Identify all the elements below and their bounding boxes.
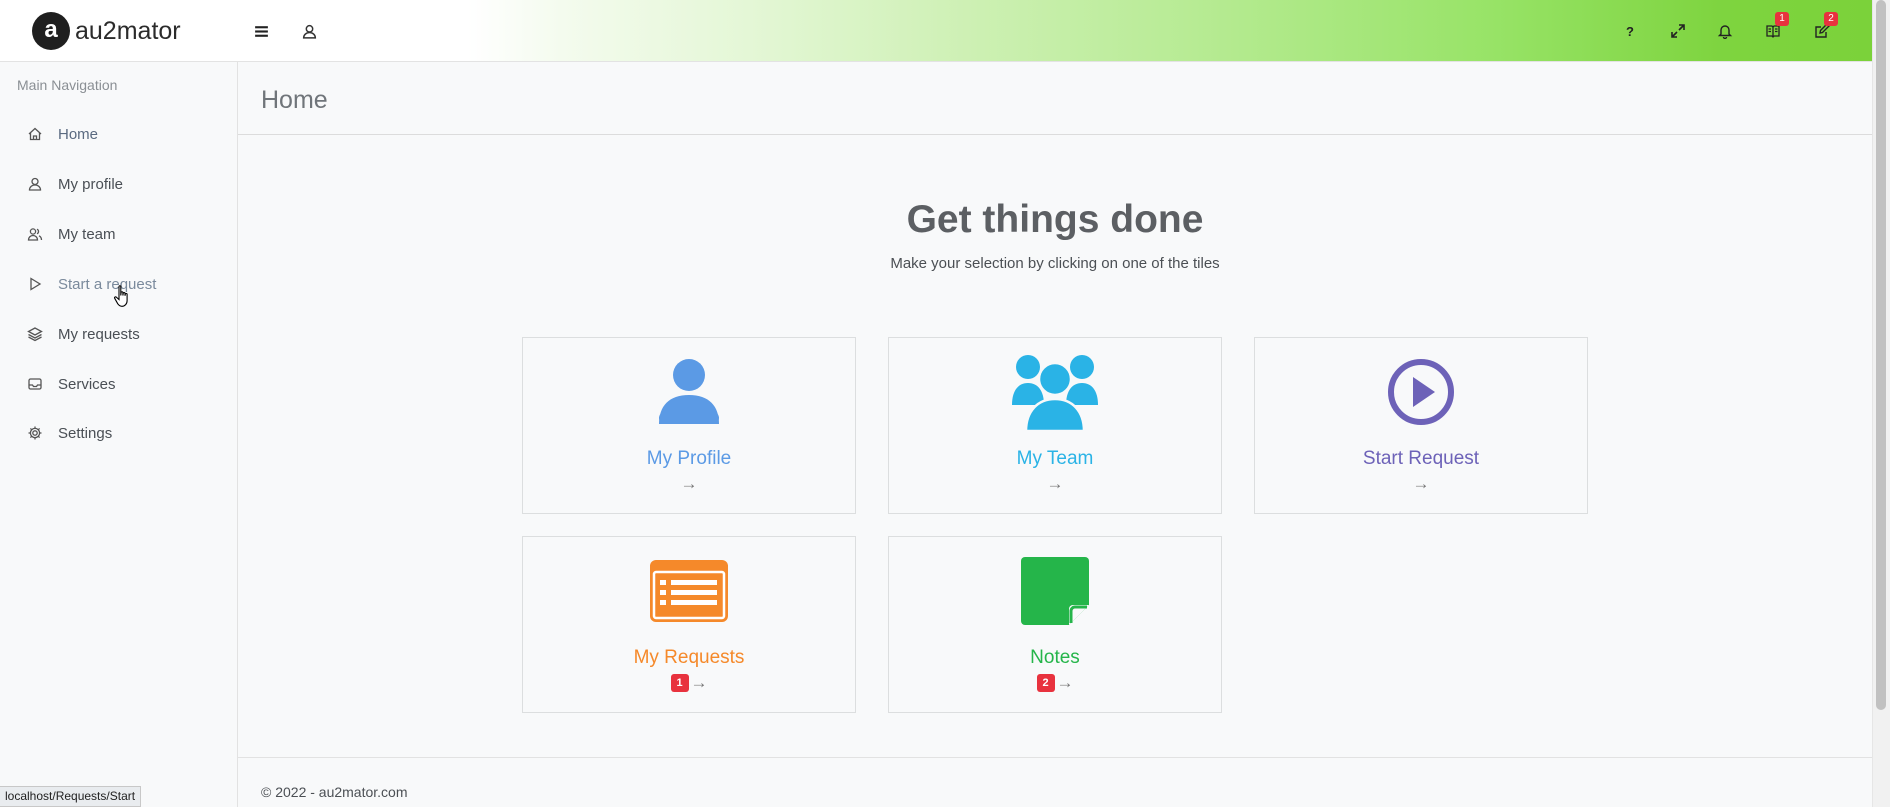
tasks-badge: 1 [1775, 12, 1789, 26]
sidebar-item-settings[interactable]: Settings [0, 413, 237, 453]
tile-my-requests[interactable]: My Requests 1 → [522, 536, 856, 713]
nav-title: Main Navigation [17, 77, 118, 93]
sidebar-item-services[interactable]: Services [0, 364, 237, 404]
help-button[interactable]: ? [1610, 0, 1650, 62]
brand-logo[interactable]: a au2mator [32, 12, 181, 50]
scrollbar-thumb[interactable] [1876, 0, 1886, 710]
tile-label: Notes [1030, 647, 1080, 668]
sidebar-item-my-team[interactable]: My team [0, 214, 237, 254]
tile-footer: → [889, 474, 1221, 494]
gear-icon [26, 424, 44, 442]
user-icon [302, 24, 316, 39]
count-badge: 1 [670, 674, 689, 692]
arrow-right-icon: → [1412, 474, 1430, 493]
tile-my-team[interactable]: My Team → [888, 337, 1222, 514]
sidebar-item-label: Start a request [58, 275, 157, 293]
status-bar-url: localhost/Requests/Start [0, 786, 142, 807]
user-icon [523, 356, 855, 428]
tasks-button[interactable]: 1 [1753, 0, 1793, 62]
hero-subtitle: Make your selection by clicking on one o… [890, 255, 1220, 272]
arrow-right-icon: → [690, 673, 708, 692]
play-circle-icon [1255, 356, 1587, 428]
arrow-right-icon: → [1056, 673, 1074, 692]
bell-icon [1717, 25, 1733, 39]
tile-footer: → [523, 474, 855, 494]
sidebar-item-label: My profile [58, 175, 124, 193]
sidebar-item-home[interactable]: Home [0, 114, 237, 154]
tile-label: My Requests [633, 647, 745, 668]
team-icon [889, 355, 1221, 431]
brand-mark: a [32, 12, 70, 50]
sidebar-item-label: My requests [58, 325, 140, 343]
tile-notes[interactable]: Notes 2 → [888, 536, 1222, 713]
sidebar-item-label: Home [58, 125, 99, 143]
sidebar-item-label: Settings [58, 424, 113, 442]
top-header: a au2mator ? 1 2 [0, 0, 1872, 62]
play-icon [26, 275, 44, 293]
notes-badge: 2 [1824, 12, 1838, 26]
hand-cursor-icon [114, 285, 128, 307]
brand-name: au2mator [75, 16, 181, 45]
tile-footer: 2 → [889, 673, 1221, 693]
note-icon [889, 555, 1221, 627]
tile-start-request[interactable]: Start Request → [1254, 337, 1588, 514]
home-icon [26, 125, 44, 143]
arrow-right-icon: → [1046, 474, 1064, 493]
tile-footer: → [1255, 474, 1587, 494]
tile-label: My Profile [646, 448, 732, 469]
sidebar-item-my-requests[interactable]: My requests [0, 314, 237, 354]
team-icon [26, 225, 44, 243]
footer-copyright: © 2022 - au2mator.com [261, 784, 408, 800]
tile-my-profile[interactable]: My Profile → [522, 337, 856, 514]
hero-title: Get things done [906, 198, 1204, 241]
help-icon: ? [1626, 23, 1634, 39]
fullscreen-button[interactable] [1658, 0, 1698, 62]
layers-icon [26, 325, 44, 343]
page-header: Home [238, 62, 1872, 135]
tile-footer: 1 → [523, 673, 855, 693]
menu-toggle-button[interactable] [248, 18, 274, 44]
user-menu-button[interactable] [296, 18, 322, 44]
sidebar-item-label: Services [58, 375, 116, 393]
footer-divider [238, 757, 1872, 758]
tile-label: Start Request [1362, 448, 1480, 469]
sidebar-item-label: My team [58, 225, 116, 243]
hamburger-icon [254, 25, 268, 37]
sidebar-item-my-profile[interactable]: My profile [0, 164, 237, 204]
expand-icon [1671, 24, 1685, 38]
list-card-icon [523, 555, 855, 627]
sidebar: Main Navigation Home My profile My team … [0, 62, 238, 807]
main-content: Home Get things done Make your selection… [238, 62, 1872, 807]
user-icon [26, 175, 44, 193]
count-badge: 2 [1036, 674, 1055, 692]
notifications-button[interactable] [1705, 0, 1745, 62]
arrow-right-icon: → [680, 474, 698, 493]
notes-button[interactable]: 2 [1802, 0, 1842, 62]
inbox-icon [26, 375, 44, 393]
page-title: Home [261, 86, 328, 114]
tile-label: My Team [1016, 448, 1094, 469]
